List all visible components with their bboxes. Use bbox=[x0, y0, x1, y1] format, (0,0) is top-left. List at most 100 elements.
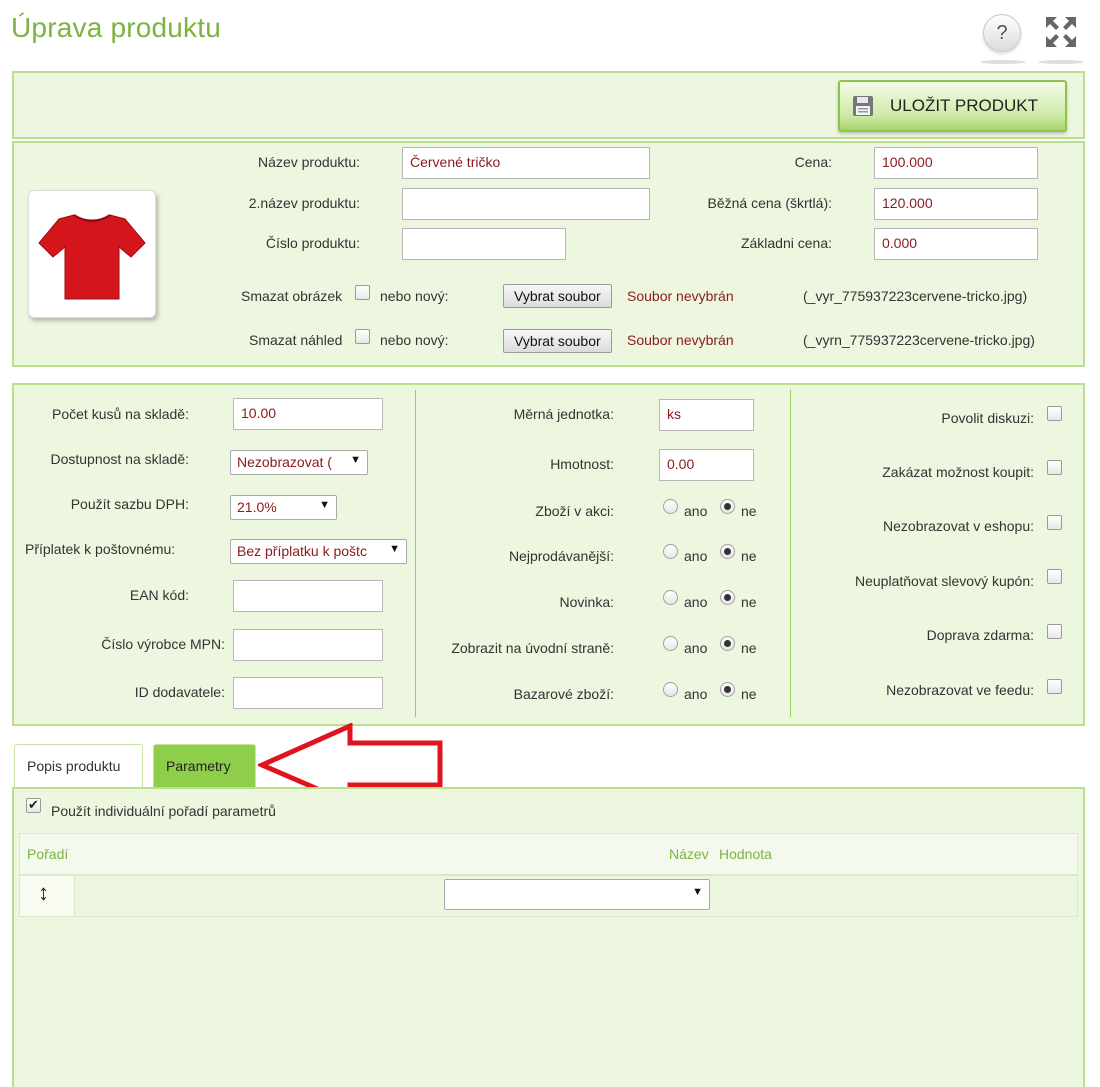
choose-image-file-button[interactable]: Vybrat soubor bbox=[503, 284, 612, 308]
help-icon[interactable]: ? bbox=[983, 14, 1021, 52]
flag-checkbox[interactable] bbox=[1047, 460, 1062, 475]
flag-checkbox[interactable] bbox=[1047, 515, 1062, 530]
radio-label: Zobrazit na úvodní straně: bbox=[451, 640, 614, 656]
radio-label: Nejprodávanější: bbox=[508, 548, 614, 564]
column-header-name[interactable]: Název bbox=[669, 846, 709, 862]
flag-label: Zakázat možnost koupit: bbox=[882, 464, 1034, 480]
column-header-order[interactable]: Pořadí bbox=[27, 846, 68, 862]
product-name2-input[interactable] bbox=[402, 188, 650, 220]
flag-label: Doprava zdarma: bbox=[926, 627, 1034, 643]
supplier-id-input[interactable] bbox=[233, 677, 383, 709]
radio-label: Zboží v akci: bbox=[535, 503, 614, 519]
delete-image-checkbox[interactable] bbox=[355, 285, 370, 300]
availability-select[interactable]: Nezobrazovat ( ▼ bbox=[230, 450, 368, 475]
chevron-down-icon: ▼ bbox=[692, 886, 703, 898]
chevron-down-icon: ▼ bbox=[389, 543, 400, 555]
ean-input[interactable] bbox=[233, 580, 383, 612]
base-price-input[interactable]: 0.000 bbox=[874, 228, 1038, 260]
price-input[interactable]: 100.000 bbox=[874, 147, 1038, 179]
supplier-id-label: ID dodavatele: bbox=[134, 684, 225, 700]
floppy-disk-icon bbox=[853, 96, 873, 116]
delete-preview-checkbox[interactable] bbox=[355, 329, 370, 344]
product-number-label: Číslo produktu: bbox=[265, 235, 360, 251]
preview-filename: (_vyrn_775937223cervene-tricko.jpg) bbox=[803, 332, 1035, 348]
save-product-label: ULOŽIT PRODUKT bbox=[890, 96, 1038, 115]
radio-no[interactable] bbox=[720, 636, 735, 651]
page-title: Úprava produktu bbox=[11, 12, 222, 43]
delete-image-label: Smazat obrázek bbox=[241, 288, 343, 304]
flag-label: Nezobrazovat ve feedu: bbox=[886, 682, 1034, 698]
individual-order-label: Použít individuální pořadí parametrů bbox=[51, 803, 276, 819]
chevron-down-icon: ▼ bbox=[350, 454, 361, 466]
radio-no-label: ne bbox=[741, 503, 757, 519]
postage-value: Bez příplatku k poštc bbox=[237, 543, 367, 559]
radio-no[interactable] bbox=[720, 499, 735, 514]
tab-product-description[interactable]: Popis produktu bbox=[14, 744, 143, 787]
radio-no-label: ne bbox=[741, 640, 757, 656]
mpn-label: Číslo výrobce MPN: bbox=[101, 636, 225, 652]
radio-yes-label: ano bbox=[684, 640, 708, 656]
choose-preview-file-button[interactable]: Vybrat soubor bbox=[503, 329, 612, 353]
parameter-name-select[interactable]: ▼ bbox=[444, 879, 710, 910]
availability-value: Nezobrazovat ( bbox=[237, 454, 332, 470]
radio-yes[interactable] bbox=[663, 682, 678, 697]
radio-no[interactable] bbox=[720, 590, 735, 605]
vat-label: Použít sazbu DPH: bbox=[70, 496, 189, 512]
radio-yes[interactable] bbox=[663, 636, 678, 651]
mpn-input[interactable] bbox=[233, 629, 383, 661]
stock-qty-input[interactable]: 10.00 bbox=[233, 398, 383, 430]
column-divider bbox=[790, 390, 791, 717]
product-name-input[interactable]: Červené tričko bbox=[402, 147, 650, 179]
radio-no-label: ne bbox=[741, 686, 757, 702]
tab-parameters[interactable]: Parametry bbox=[153, 744, 256, 787]
tshirt-image bbox=[38, 214, 146, 300]
help-icon-shadow bbox=[980, 60, 1026, 64]
radio-no[interactable] bbox=[720, 682, 735, 697]
delete-preview-label: Smazat náhled bbox=[249, 332, 343, 348]
radio-label: Novinka: bbox=[559, 594, 614, 610]
radio-yes-label: ano bbox=[684, 548, 708, 564]
product-name2-label: 2.název produktu: bbox=[248, 195, 360, 211]
radio-no[interactable] bbox=[720, 544, 735, 559]
flag-checkbox[interactable] bbox=[1047, 569, 1062, 584]
flag-label: Povolit diskuzi: bbox=[941, 410, 1034, 426]
weight-input[interactable]: 0.00 bbox=[659, 449, 754, 481]
regular-price-label: Běžná cena (škrtlá): bbox=[707, 195, 833, 211]
vat-select[interactable]: 21.0% ▼ bbox=[230, 495, 337, 520]
radio-no-label: ne bbox=[741, 594, 757, 610]
ean-label: EAN kód: bbox=[129, 587, 189, 603]
vat-value: 21.0% bbox=[237, 499, 277, 515]
radio-yes-label: ano bbox=[684, 503, 708, 519]
preview-no-file-text: Soubor nevybrán bbox=[627, 332, 734, 348]
parameters-table-header bbox=[19, 833, 1078, 875]
flag-label: Nezobrazovat v eshopu: bbox=[883, 518, 1034, 534]
flag-checkbox[interactable] bbox=[1047, 406, 1062, 421]
unit-label: Měrná jednotka: bbox=[513, 406, 614, 422]
weight-label: Hmotnost: bbox=[550, 456, 614, 472]
base-price-label: Základni cena: bbox=[740, 235, 832, 251]
postage-select[interactable]: Bez příplatku k poštc ▼ bbox=[230, 539, 407, 564]
product-number-input[interactable] bbox=[402, 228, 566, 260]
or-new-image-label: nebo nový: bbox=[380, 288, 449, 304]
flag-checkbox[interactable] bbox=[1047, 679, 1062, 694]
or-new-preview-label: nebo nový: bbox=[380, 332, 449, 348]
radio-yes[interactable] bbox=[663, 590, 678, 605]
radio-yes[interactable] bbox=[663, 499, 678, 514]
flag-label: Neuplatňovat slevový kupón: bbox=[855, 573, 1034, 589]
product-image[interactable] bbox=[28, 190, 156, 318]
save-product-button[interactable]: ULOŽIT PRODUKT bbox=[838, 80, 1067, 132]
flag-checkbox[interactable] bbox=[1047, 624, 1062, 639]
column-header-value[interactable]: Hodnota bbox=[719, 846, 772, 862]
radio-no-label: ne bbox=[741, 548, 757, 564]
chevron-down-icon: ▼ bbox=[319, 499, 330, 511]
stock-qty-label: Počet kusů na skladě: bbox=[52, 406, 189, 422]
radio-yes[interactable] bbox=[663, 544, 678, 559]
parameters-panel bbox=[12, 787, 1085, 1087]
fullscreen-icon[interactable] bbox=[1044, 15, 1078, 49]
unit-input[interactable]: ks bbox=[659, 399, 754, 431]
postage-label: Příplatek k poštovnému: bbox=[25, 541, 176, 557]
drag-handle-icon: ↕ bbox=[38, 880, 49, 905]
image-no-file-text: Soubor nevybrán bbox=[627, 288, 734, 304]
individual-order-checkbox[interactable] bbox=[26, 797, 41, 813]
regular-price-input[interactable]: 120.000 bbox=[874, 188, 1038, 220]
